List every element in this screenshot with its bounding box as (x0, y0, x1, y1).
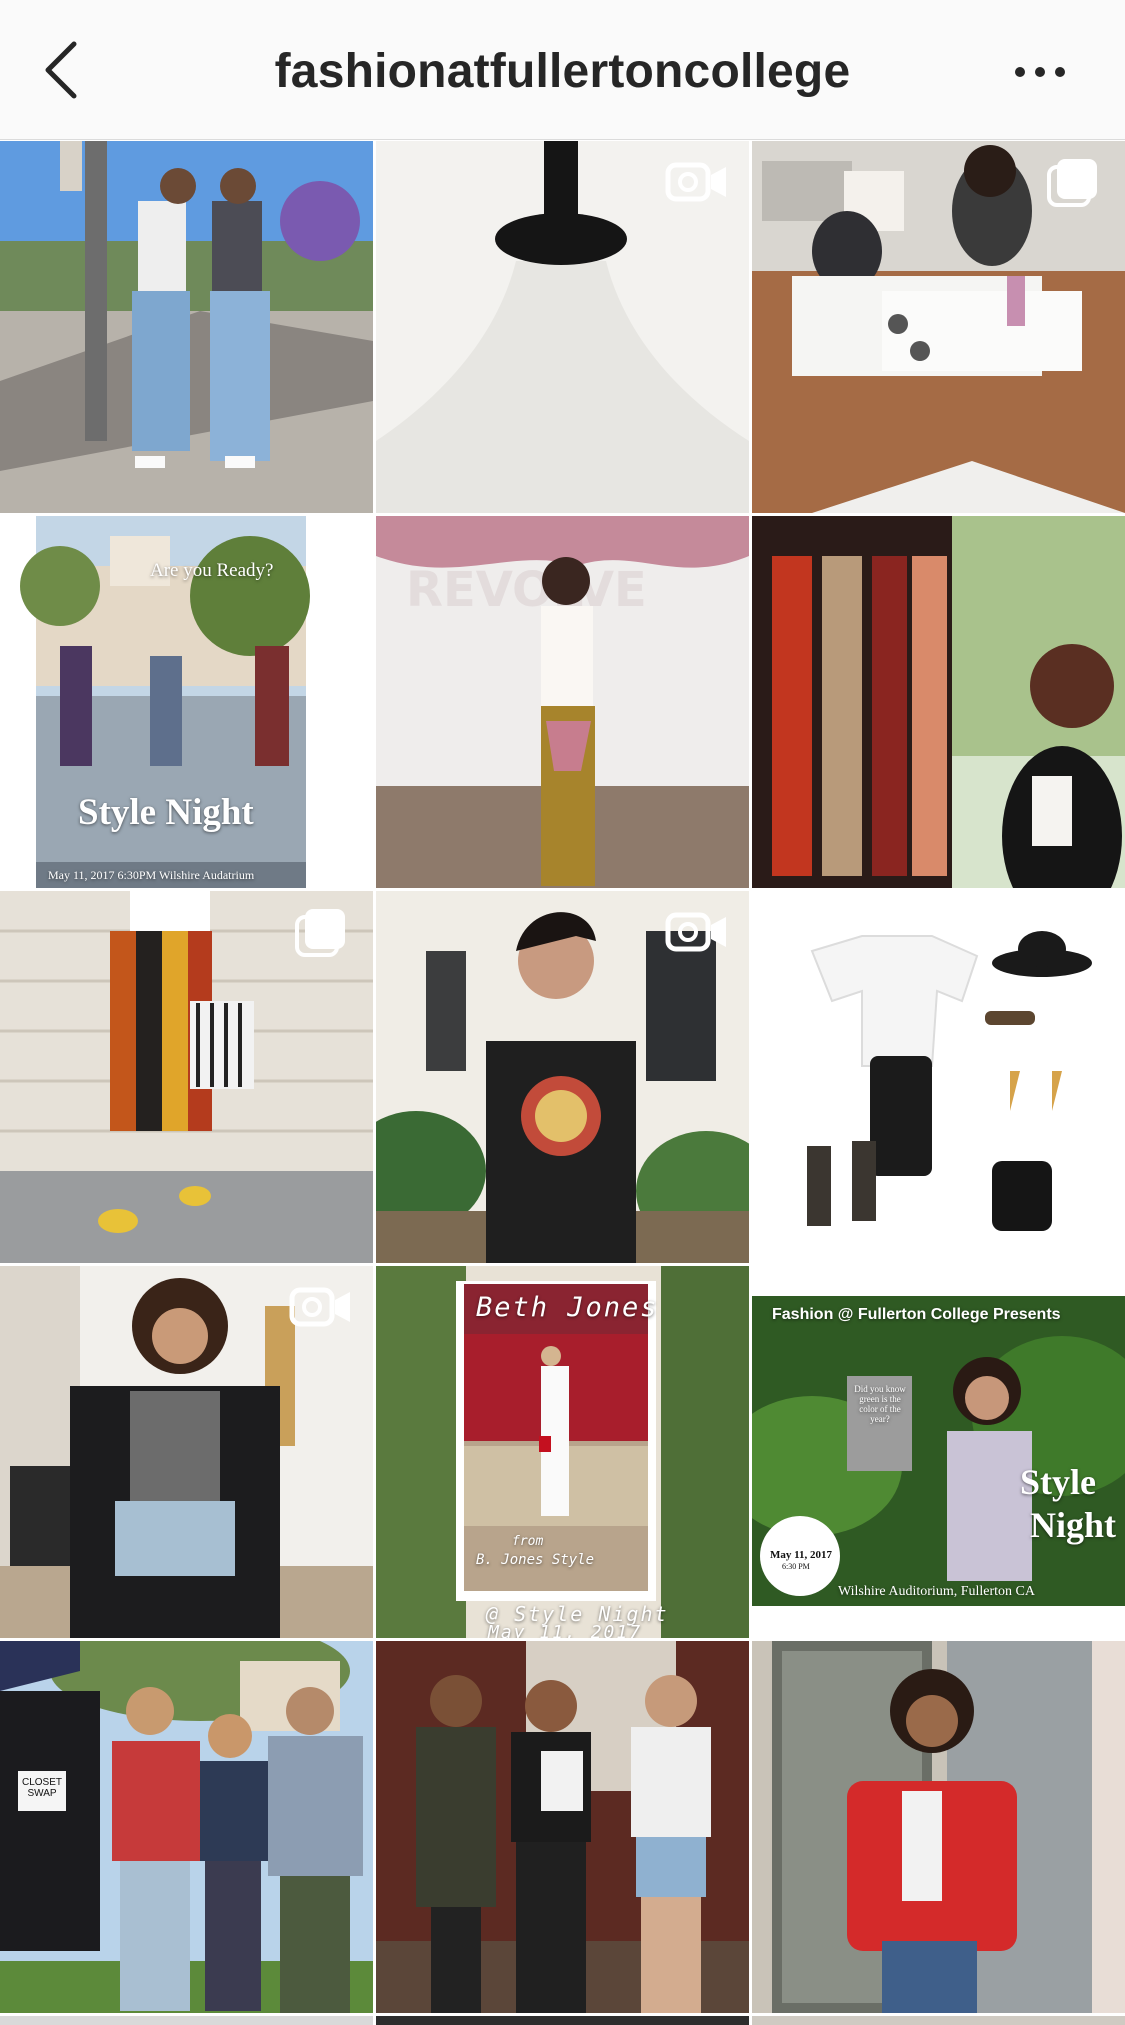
post-overlay-name: Beth Jones (476, 1292, 659, 1323)
post-overlay-source: B. Jones Style (476, 1552, 595, 1568)
post-thumbnail-6[interactable] (752, 516, 1125, 888)
post-thumbnail-7[interactable] (0, 891, 373, 1263)
post-image (752, 1641, 1125, 2013)
video-icon (665, 907, 729, 957)
profile-header: fashionatfullertoncollege (0, 0, 1125, 140)
post-thumbnail-11[interactable]: Beth Jones from B. Jones Style @ Style N… (376, 1266, 749, 1638)
post-thumbnail-18[interactable] (752, 2016, 1125, 2025)
post-overlay-from: from (512, 1534, 544, 1549)
post-thumbnail-12[interactable]: Fashion @ Fullerton College Presents Did… (752, 1266, 1125, 1638)
post-image (752, 891, 1125, 1263)
post-thumbnail-15[interactable] (752, 1641, 1125, 2013)
post-overlay-title: Style Night (78, 792, 254, 833)
posts-grid: Are you Ready? Style Night May 11, 2017 … (0, 141, 1125, 2025)
ellipsis-icon (1015, 67, 1065, 77)
post-overlay-venue: Wilshire Auditorium, Fullerton CA (838, 1584, 1035, 1599)
post-thumbnail-2[interactable] (376, 141, 749, 513)
post-overlay-question: Did you know green is the color of the y… (854, 1384, 906, 1424)
back-button[interactable] (38, 38, 82, 102)
post-overlay-presents: Fashion @ Fullerton College Presents (772, 1306, 1061, 1323)
post-thumbnail-3[interactable] (752, 141, 1125, 513)
post-image (0, 1641, 373, 2013)
profile-username: fashionatfullertoncollege (274, 45, 851, 98)
chevron-left-icon (45, 41, 77, 99)
post-thumbnail-14[interactable] (376, 1641, 749, 2013)
post-thumbnail-5[interactable]: REVOLVE (376, 516, 749, 888)
post-thumbnail-10[interactable] (0, 1266, 373, 1638)
post-overlay-time: 6:30 PM (782, 1562, 810, 1571)
svg-text:REVOLVE: REVOLVE (406, 562, 647, 618)
post-thumbnail-8[interactable] (376, 891, 749, 1263)
post-overlay-date: May 11, 2017 (770, 1549, 833, 1561)
post-overlay-sign: CLOSET SWAP (22, 1777, 63, 1799)
post-thumbnail-13[interactable]: CLOSET SWAP (0, 1641, 373, 2013)
more-options-button[interactable] (1010, 52, 1070, 92)
post-overlay-title-1: Style (1020, 1462, 1096, 1502)
post-image (752, 516, 1125, 888)
video-icon (289, 1282, 353, 1332)
post-overlay-date: May 11, 2017 6:30PM Wilshire Audatrium (48, 868, 255, 882)
post-thumbnail-4[interactable]: Are you Ready? Style Night May 11, 2017 … (0, 516, 373, 888)
post-thumbnail-9[interactable] (752, 891, 1125, 1263)
post-image (376, 1641, 749, 2013)
post-overlay-text: Are you Ready? (150, 560, 274, 581)
video-icon (665, 157, 729, 207)
post-image (0, 141, 373, 513)
post-thumbnail-1[interactable] (0, 141, 373, 513)
post-thumbnail-17[interactable] (376, 2016, 749, 2025)
carousel-icon (1041, 157, 1105, 207)
post-image: REVOLVE (376, 516, 749, 888)
post-thumbnail-16[interactable] (0, 2016, 373, 2025)
post-overlay-title-2: Night (1030, 1505, 1117, 1545)
post-overlay-date: May 11, 2017 (488, 1622, 643, 1638)
carousel-icon (289, 907, 353, 957)
